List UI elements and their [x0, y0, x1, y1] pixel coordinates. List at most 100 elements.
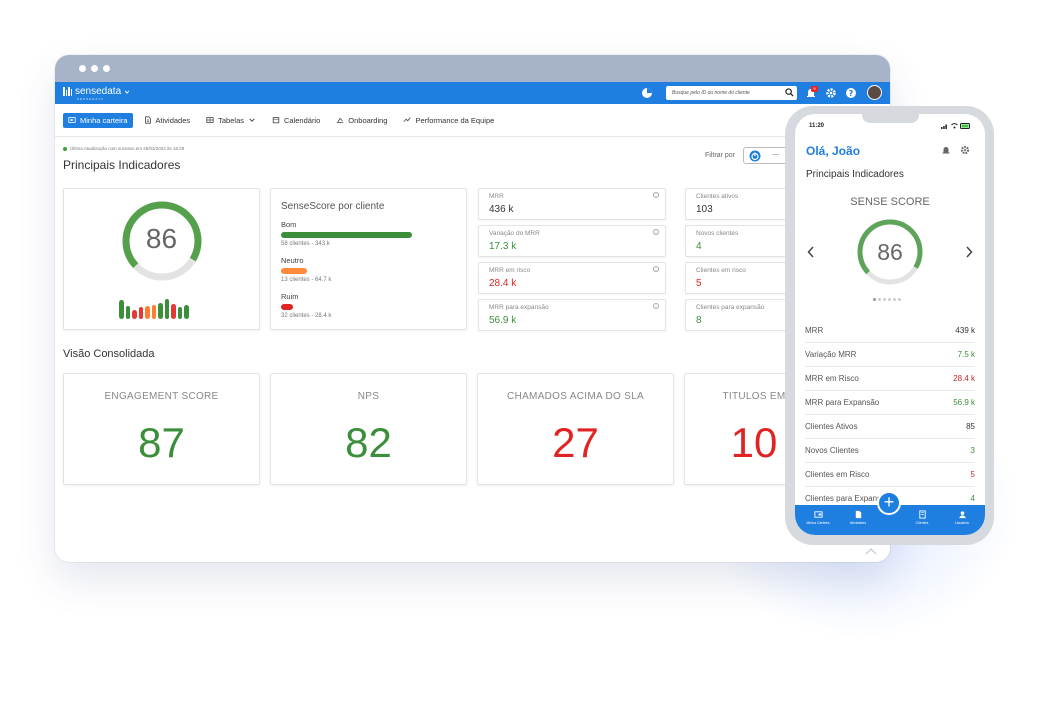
- kpi-label: Clientes em risco: [696, 267, 746, 274]
- phone-kpi-value: 28.4 k: [953, 374, 975, 383]
- search-placeholder: Busque pelo ID ou nome do cliente: [672, 90, 750, 96]
- gear-icon[interactable]: [825, 87, 837, 99]
- trend-icon: [404, 117, 412, 122]
- tab-atividades[interactable]: Atividades: [139, 113, 196, 128]
- history-bar: [158, 302, 163, 319]
- sensescore-row-bom[interactable]: Bom 58 clientes - 343 k: [281, 220, 456, 247]
- phone-kpi-label: MRR em Risco: [805, 374, 859, 383]
- tab-calendario[interactable]: Calendário: [267, 113, 325, 128]
- sensescore-row-neutro[interactable]: Neutro 13 clientes - 64.7 k: [281, 256, 456, 283]
- consolidated-card[interactable]: CHAMADOS ACIMA DO SLA 27: [477, 373, 674, 485]
- brand-name: sensedata: [75, 86, 122, 97]
- tab-label: Minha carteira: [80, 115, 128, 125]
- phone-tab-usuarios[interactable]: Usuários: [947, 510, 977, 525]
- phone-kpi-row[interactable]: MRR para Expansão 56.9 k: [805, 391, 975, 415]
- phone-tab-atividades[interactable]: Atividades: [843, 510, 873, 525]
- phone-kpi-label: Variação MRR: [805, 350, 857, 359]
- history-bar: [164, 299, 169, 319]
- row-label: Neutro: [281, 256, 304, 265]
- tab-label: Tabelas: [218, 115, 244, 125]
- notification-badge: 9: [811, 86, 818, 92]
- phone-kpi-label: MRR para Expansão: [805, 398, 880, 407]
- phone-kpi-value: 85: [966, 422, 975, 431]
- filter-label: Filtrar por: [705, 152, 735, 159]
- tab-label: Minha Carteira: [806, 521, 830, 525]
- phone-tab-minha-carteira[interactable]: Minha Carteira: [803, 510, 833, 525]
- kpi-label: Clientes ativos: [696, 193, 739, 200]
- search-input[interactable]: Busque pelo ID ou nome do cliente: [666, 86, 797, 100]
- phone-greeting: Olá, João: [806, 144, 861, 158]
- main-nav: Minha carteira Atividades Tabelas Calend…: [63, 111, 499, 129]
- wifi-icon: [951, 123, 958, 129]
- history-bar: [145, 305, 150, 319]
- kpi-label: MRR para expansão: [489, 304, 549, 311]
- consolidated-card[interactable]: ENGAGEMENT SCORE 87: [63, 373, 260, 485]
- info-icon[interactable]: i: [653, 266, 659, 272]
- add-button[interactable]: +: [877, 491, 901, 515]
- phone-kpi-row[interactable]: MRR 439 k: [805, 319, 975, 343]
- section-title: Visão Consolidada: [63, 348, 155, 360]
- tab-label: Performance da Equipe: [415, 115, 495, 125]
- kpi-card[interactable]: Variação do MRR 17.3 k i: [478, 225, 666, 257]
- search-icon[interactable]: [785, 88, 794, 97]
- last-update-text: Última Atualização com sucesso em 25/03/…: [70, 146, 185, 151]
- score-card[interactable]: 86: [63, 188, 260, 330]
- window-dot: [103, 65, 110, 72]
- row-sub: 32 clientes - 28.4 k: [281, 313, 332, 319]
- status-dot-icon: [63, 146, 67, 151]
- tab-performance-equipe[interactable]: Performance da Equipe: [398, 113, 499, 128]
- row-sub: 58 clientes - 343 k: [281, 241, 330, 247]
- sensescore-row-ruim[interactable]: Ruim 32 clientes - 28.4 k: [281, 292, 456, 319]
- phone-kpi-row[interactable]: MRR em Risco 28.4 k: [805, 367, 975, 391]
- kpi-value: 5: [696, 278, 702, 289]
- kpi-value: 8: [696, 315, 702, 326]
- carousel-dots[interactable]: [873, 298, 901, 301]
- tab-onboarding[interactable]: Onboarding: [331, 113, 392, 128]
- phone-kpi-row[interactable]: Clientes Ativos 85: [805, 415, 975, 439]
- phone-tab-clientes[interactable]: Clientes: [907, 510, 937, 525]
- consolidated-value: 87: [138, 419, 185, 466]
- filter-value: —: [772, 151, 779, 158]
- kpi-card[interactable]: MRR em risco 28.4 k i: [478, 262, 666, 294]
- row-label: Ruim: [281, 292, 299, 301]
- consolidated-label: ENGAGEMENT SCORE: [104, 391, 219, 402]
- phone-kpi-row[interactable]: Clientes em Risco 5: [805, 463, 975, 487]
- table-icon: [206, 117, 214, 123]
- info-icon[interactable]: i: [653, 303, 659, 309]
- help-icon[interactable]: ?: [845, 87, 857, 99]
- browser-window: sensedata SENSEDATA Busque pelo ID ou no…: [55, 55, 890, 562]
- chevron-up-icon[interactable]: [865, 547, 877, 555]
- kpi-card[interactable]: MRR para expansão 56.9 k i: [478, 299, 666, 331]
- kpi-card[interactable]: MRR 436 k i: [478, 188, 666, 220]
- kpi-value: 56.9 k: [489, 315, 517, 326]
- building-icon: [918, 510, 926, 519]
- history-bar: [184, 304, 189, 319]
- gear-icon[interactable]: [960, 145, 970, 155]
- tab-minha-carteira[interactable]: Minha carteira: [63, 112, 133, 128]
- window-titlebar: [55, 55, 890, 82]
- history-bar: [132, 310, 137, 319]
- consolidated-value: 27: [552, 419, 599, 466]
- last-update-status: Última Atualização com sucesso em 25/03/…: [63, 146, 184, 151]
- avatar[interactable]: [867, 85, 882, 100]
- chevron-left-icon[interactable]: [807, 246, 815, 258]
- phone-kpi-value: 3: [970, 446, 975, 455]
- phone-kpi-row[interactable]: Novos Clientes 3: [805, 439, 975, 463]
- info-icon[interactable]: i: [653, 229, 659, 235]
- history-bar: [177, 306, 182, 319]
- progress-bar: [281, 268, 308, 274]
- app-header: sensedata SENSEDATA Busque pelo ID ou no…: [55, 82, 890, 104]
- sensescore-card[interactable]: SenseScore por cliente Bom 58 clientes -…: [270, 188, 467, 330]
- info-icon[interactable]: i: [653, 192, 659, 198]
- phone-screen: 11:20 Olá, João Principais Indicadores S…: [795, 114, 985, 535]
- tab-tabelas[interactable]: Tabelas: [201, 113, 261, 128]
- bell-icon[interactable]: [941, 145, 951, 155]
- kpi-value: 103: [696, 204, 713, 215]
- brand-logo[interactable]: sensedata: [63, 86, 130, 97]
- progress-bar: [281, 232, 413, 238]
- consolidated-card[interactable]: NPS 82: [270, 373, 467, 485]
- chevron-right-icon[interactable]: [965, 246, 973, 258]
- history-bar: [125, 305, 130, 319]
- phone-kpi-row[interactable]: Variação MRR 7.5 k: [805, 343, 975, 367]
- pie-chart-icon[interactable]: [641, 87, 653, 99]
